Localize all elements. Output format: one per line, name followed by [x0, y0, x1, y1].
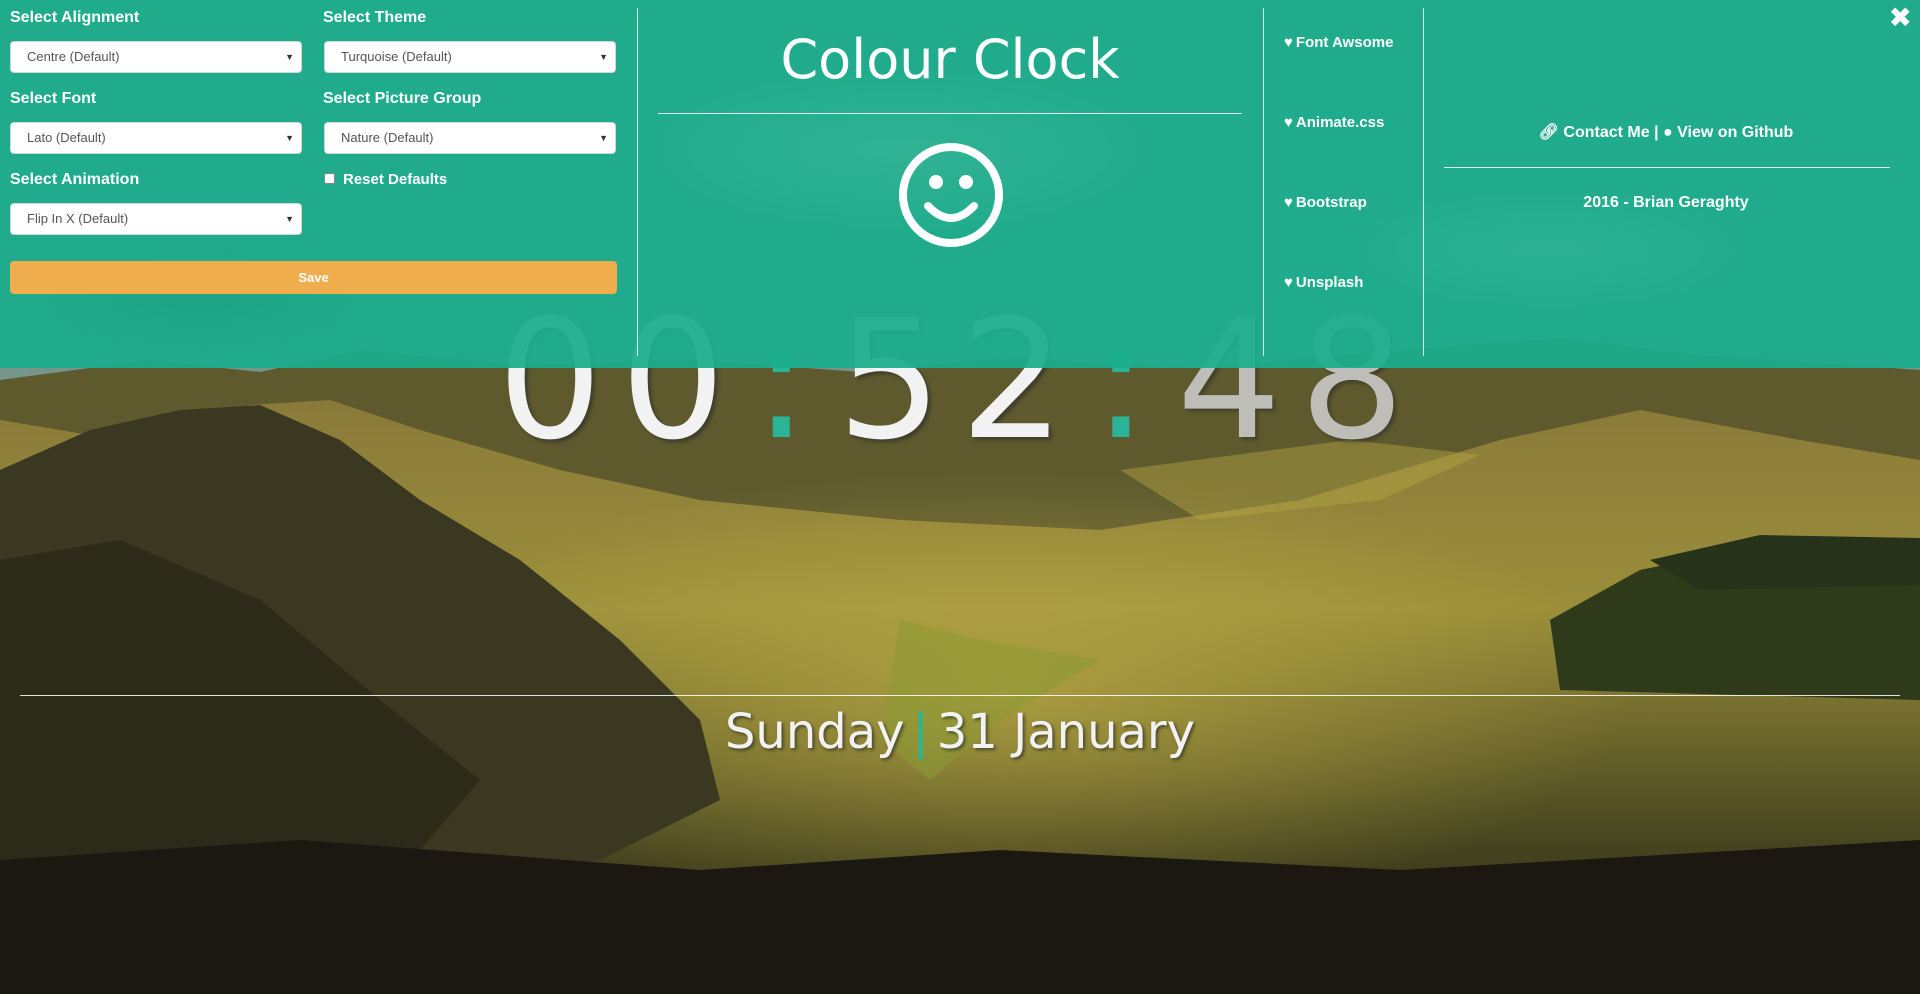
credit-label: Animate.css — [1295, 114, 1385, 131]
save-button[interactable]: Save — [10, 261, 617, 294]
alignment-label: Select Alignment — [10, 9, 140, 26]
settings-panel: Select Alignment Centre (Default) ▼ Sele… — [0, 0, 1920, 368]
alignment-value: Centre (Default) — [27, 49, 120, 64]
title-divider — [658, 113, 1242, 114]
picture-group-label: Select Picture Group — [323, 90, 482, 107]
heart-icon: ♥ — [1284, 274, 1293, 291]
reset-defaults-label[interactable]: Reset Defaults — [343, 171, 447, 188]
close-icon[interactable]: ✖ — [1889, 2, 1912, 34]
column-divider — [637, 8, 638, 356]
chevron-down-icon: ▼ — [285, 133, 294, 143]
picture-group-value: Nature (Default) — [341, 130, 434, 145]
chevron-down-icon: ▼ — [599, 133, 608, 143]
date-divider — [20, 695, 1900, 696]
date-display: Sunday | 31 January — [0, 700, 1920, 764]
links-row: 🔗︎ Contact Me | ● View on Github — [1444, 122, 1888, 142]
date-date: 31 January — [936, 704, 1196, 760]
animation-select[interactable]: Flip In X (Default) ▼ — [10, 203, 302, 235]
alignment-select[interactable]: Centre (Default) ▼ — [10, 41, 302, 73]
theme-value: Turquoise (Default) — [341, 49, 452, 64]
heart-icon: ♥ — [1284, 114, 1293, 131]
reset-defaults-checkbox[interactable] — [324, 173, 335, 184]
link-icon: 🔗︎ — [1538, 124, 1559, 141]
font-select[interactable]: Lato (Default) ▼ — [10, 122, 302, 154]
credit-unsplash[interactable]: ♥ Unsplash — [1284, 274, 1363, 291]
theme-select[interactable]: Turquoise (Default) ▼ — [324, 41, 616, 73]
animation-value: Flip In X (Default) — [27, 211, 129, 226]
theme-label: Select Theme — [323, 9, 427, 26]
date-separator: | — [912, 704, 929, 760]
github-link[interactable]: View on Github — [1677, 124, 1793, 141]
date-day: Sunday — [724, 704, 905, 760]
chevron-down-icon: ▼ — [599, 52, 608, 62]
smiley-face-icon — [899, 143, 1003, 247]
chevron-down-icon: ▼ — [285, 52, 294, 62]
font-label: Select Font — [10, 90, 97, 107]
heart-icon: ♥ — [1284, 194, 1293, 211]
credit-animate-css[interactable]: ♥ Animate.css — [1284, 114, 1384, 131]
column-divider — [1263, 8, 1264, 356]
column-divider — [1423, 8, 1424, 356]
picture-group-select[interactable]: Nature (Default) ▼ — [324, 122, 616, 154]
links-divider — [1444, 167, 1890, 168]
links-separator: | — [1654, 124, 1659, 141]
contact-link[interactable]: Contact Me — [1563, 124, 1649, 141]
credit-label: Bootstrap — [1295, 194, 1367, 211]
credit-label: Unsplash — [1295, 274, 1364, 291]
credit-bootstrap[interactable]: ♥ Bootstrap — [1284, 194, 1367, 211]
heart-icon: ♥ — [1284, 34, 1293, 51]
github-icon: ● — [1663, 124, 1673, 141]
chevron-down-icon: ▼ — [285, 214, 294, 224]
credit-label: Font Awsome — [1295, 34, 1394, 51]
credit-font-awesome[interactable]: ♥ Font Awsome — [1284, 34, 1393, 51]
footer-credit: 2016 - Brian Geraghty — [1583, 194, 1749, 211]
animation-label: Select Animation — [10, 171, 140, 188]
page-title: Colour Clock — [780, 28, 1120, 91]
font-value: Lato (Default) — [27, 130, 106, 145]
